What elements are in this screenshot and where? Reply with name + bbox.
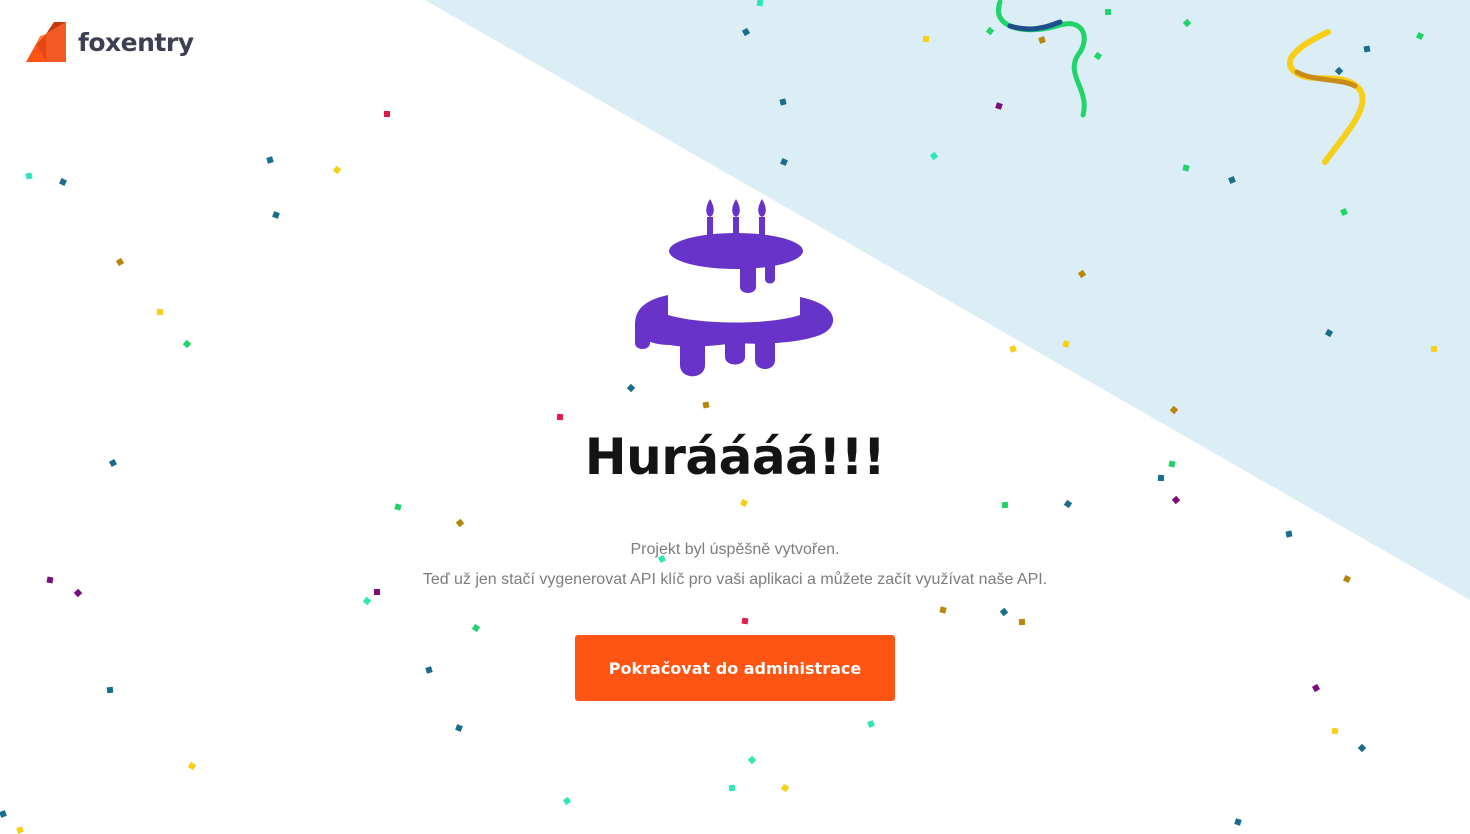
confetti-piece	[115, 257, 125, 267]
confetti-piece	[1104, 8, 1112, 16]
diagonal-tint-panel	[425, 0, 1470, 600]
confetti-piece	[556, 413, 564, 421]
confetti-piece	[1063, 499, 1073, 509]
confetti-piece	[740, 499, 748, 507]
confetti-piece	[1311, 683, 1321, 693]
confetti-piece	[780, 783, 790, 793]
confetti-piece	[1018, 618, 1026, 626]
confetti-piece	[1430, 345, 1438, 353]
decorative-background	[0, 0, 1470, 834]
confetti-piece	[182, 339, 192, 349]
confetti-piece	[362, 596, 372, 606]
confetti-piece	[1009, 345, 1017, 353]
confetti-piece	[394, 503, 402, 511]
confetti-piece	[728, 784, 736, 792]
candle-icon	[759, 217, 765, 235]
confetti-piece	[471, 623, 481, 633]
confetti-piece	[332, 165, 342, 175]
success-message: Projekt byl úspěšně vytvořen.	[630, 541, 840, 558]
candle-flame-icon	[706, 199, 714, 217]
confetti-piece	[272, 211, 280, 219]
candle-flame-icon	[758, 199, 766, 217]
confetti-piece	[1171, 495, 1181, 505]
confetti-piece	[373, 588, 381, 596]
foxentry-logo[interactable]: foxentry	[26, 22, 194, 62]
confetti-piece	[1331, 727, 1339, 735]
confetti-piece	[455, 724, 463, 732]
confetti-piece	[702, 401, 710, 409]
birthday-cake-icon	[635, 199, 834, 377]
confetti-piece	[922, 35, 930, 43]
confetti-piece	[562, 796, 572, 806]
confetti-piece	[425, 666, 433, 674]
confetti-piece	[455, 518, 465, 528]
cake-bottom-drips	[680, 340, 705, 377]
confetti-piece	[16, 826, 24, 834]
candle-icon	[707, 217, 713, 235]
confetti-piece	[266, 156, 274, 164]
confetti-piece	[741, 617, 749, 625]
confetti-piece	[1363, 45, 1371, 53]
confetti-piece	[384, 111, 390, 117]
confetti-piece	[867, 720, 875, 728]
confetti-piece	[0, 810, 7, 818]
confetti-piece	[1001, 501, 1009, 509]
cake-bottom-tier	[635, 295, 834, 347]
cake-top-drips	[740, 261, 756, 293]
confetti-piece	[156, 308, 164, 316]
confetti-piece	[106, 686, 114, 694]
confetti-piece	[1234, 818, 1242, 826]
confetti-piece	[939, 606, 947, 614]
candle-icon	[733, 217, 739, 235]
confetti-piece	[756, 0, 764, 7]
confetti-piece	[187, 761, 197, 771]
cake-top-tier	[669, 233, 803, 269]
confetti-piece	[1357, 743, 1367, 753]
confetti-piece	[999, 607, 1009, 617]
instruction-message: Teď už jen stačí vygenerovat API klíč pr…	[422, 571, 1048, 588]
confetti-piece	[73, 588, 83, 598]
confetti-piece	[25, 172, 33, 180]
continue-to-admin-button[interactable]: Pokračovat do administrace	[575, 635, 895, 701]
page-title: Huráááá!!!	[584, 428, 886, 486]
confetti-piece	[626, 383, 636, 393]
fox-logo-icon	[26, 22, 66, 62]
candle-flame-icon	[732, 199, 740, 217]
confetti-piece	[1285, 530, 1293, 538]
confetti-piece	[58, 177, 68, 187]
confetti-piece	[747, 755, 757, 765]
brand-name: foxentry	[78, 27, 194, 57]
